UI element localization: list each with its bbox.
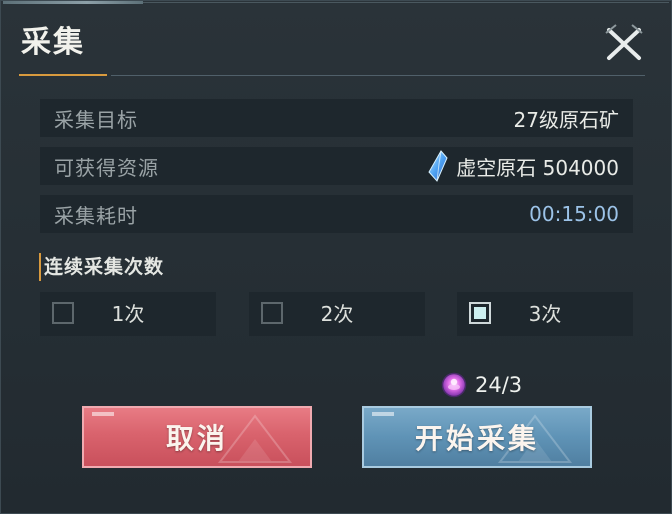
repeat-count-title: 连续采集次数 (39, 253, 164, 281)
option-3-times[interactable]: 3次 (457, 292, 633, 336)
option-2-times[interactable]: 2次 (249, 292, 425, 336)
top-accent-bar (3, 1, 143, 4)
target-label: 采集目标 (54, 107, 138, 132)
target-value: 27级原石矿 (513, 107, 619, 132)
info-row-duration: 采集耗时 00:15:00 (40, 195, 633, 233)
cancel-button[interactable]: 取消 (82, 406, 312, 468)
close-button[interactable] (601, 21, 647, 67)
crystal-icon (428, 150, 448, 182)
cost-display: 24/3 (441, 370, 522, 400)
info-row-target: 采集目标 27级原石矿 (40, 99, 633, 137)
dialog-title: 采集 (21, 25, 85, 60)
cancel-label: 取消 (165, 422, 228, 455)
cost-value: 24/3 (475, 373, 523, 397)
option-1-times[interactable]: 1次 (40, 292, 216, 336)
option-label: 2次 (320, 302, 354, 326)
button-corner-mark (372, 412, 394, 416)
duration-value: 00:15:00 (529, 202, 619, 226)
start-collect-button[interactable]: 开始采集 (362, 406, 592, 468)
title-underline (111, 75, 645, 76)
collect-dialog: 采集 采集目标 27级原石矿 可获得资源 虚空原石 504000 采集耗时 00… (0, 0, 672, 514)
purple-energy-icon (441, 372, 467, 398)
title-underline-accent (19, 74, 107, 76)
close-icon (605, 24, 643, 60)
resource-label: 可获得资源 (54, 155, 159, 180)
resource-value-group: 虚空原石 504000 (428, 150, 619, 182)
start-collect-label: 开始采集 (414, 422, 539, 455)
top-border-line (143, 2, 669, 3)
option-label: 3次 (528, 302, 562, 326)
info-row-resource: 可获得资源 虚空原石 504000 (40, 147, 633, 185)
button-corner-mark (92, 412, 114, 416)
duration-label: 采集耗时 (54, 203, 138, 228)
option-label: 1次 (111, 302, 145, 326)
resource-value: 虚空原石 504000 (456, 155, 619, 180)
